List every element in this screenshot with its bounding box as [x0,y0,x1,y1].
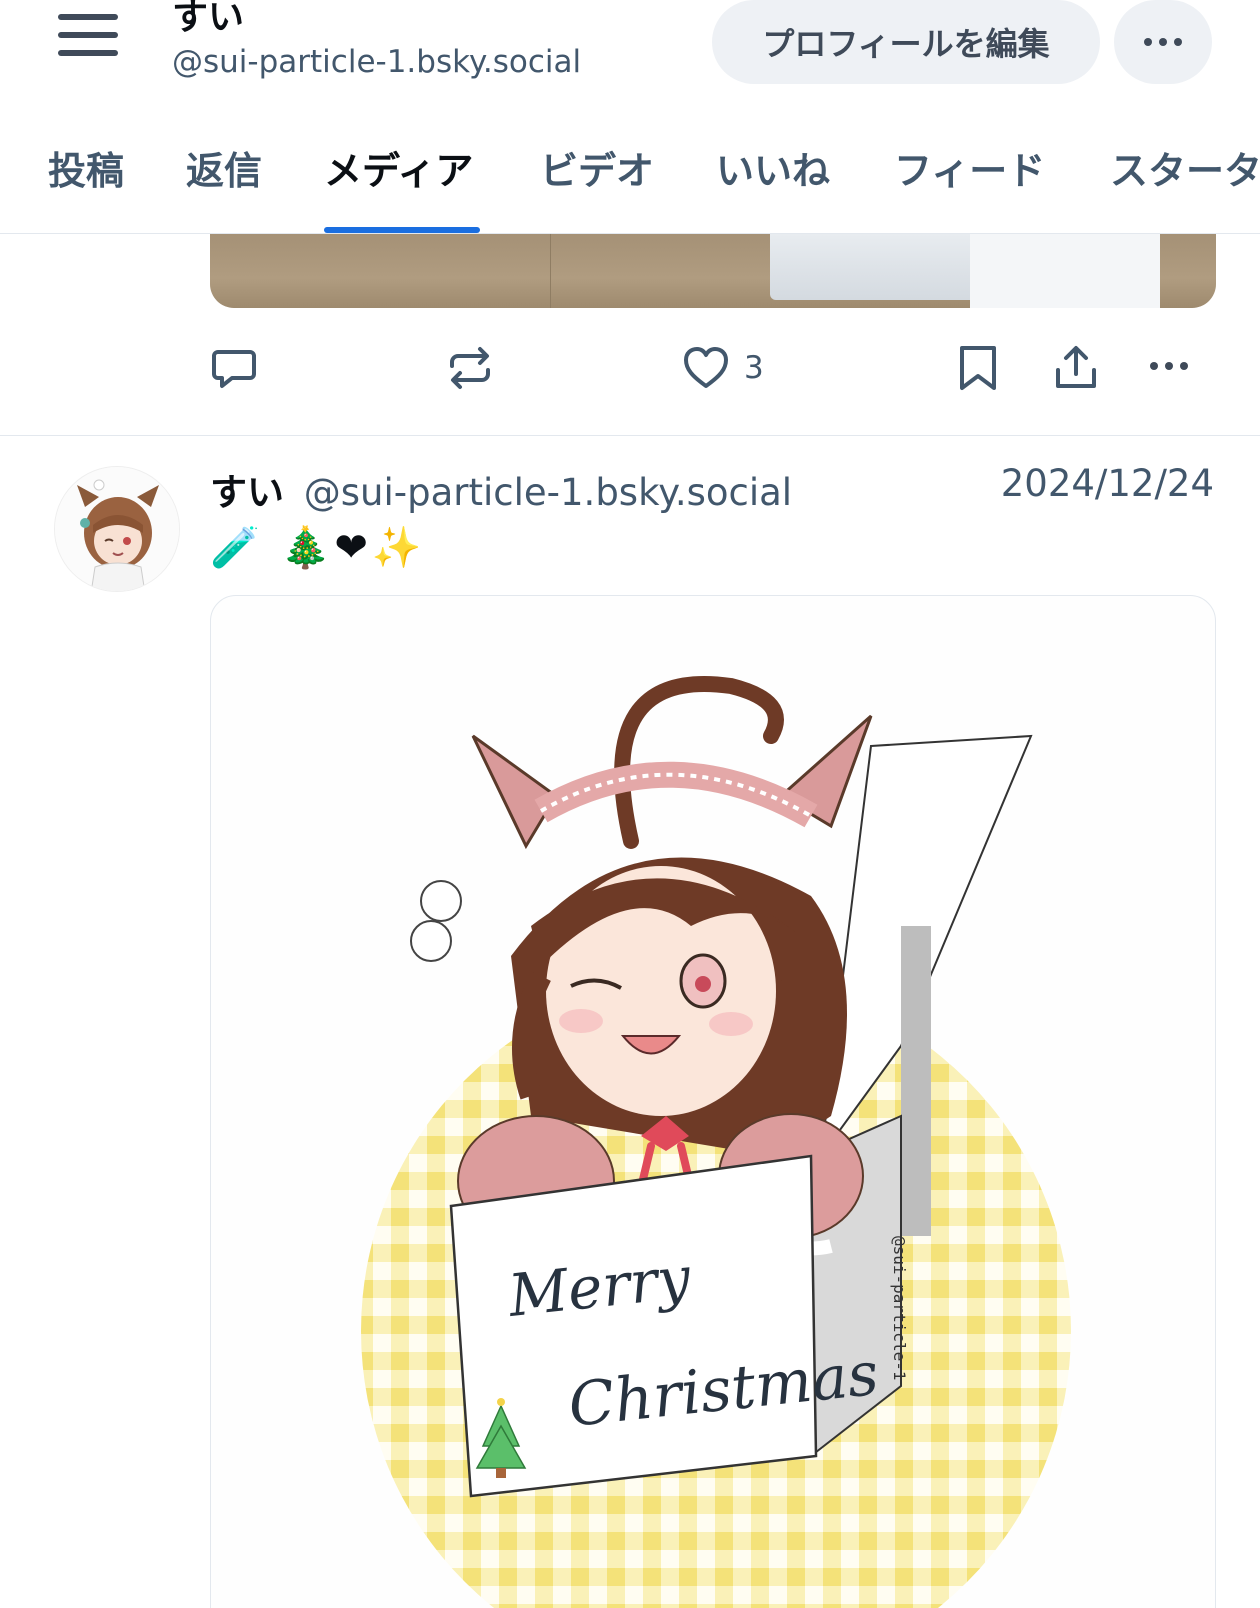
repost-icon [450,347,490,389]
author-avatar[interactable] [54,466,180,592]
profile-handle: @sui-particle-1.bsky.social [172,44,582,80]
profile-display-name: すい [172,0,245,38]
tab-replies[interactable]: 返信 [186,140,262,195]
post-author-handle[interactable]: @sui-particle-1.bsky.social [304,471,792,514]
like-button[interactable]: 3 [682,344,764,392]
post-author-line: すい @sui-particle-1.bsky.social [210,462,792,516]
tab-starter-packs[interactable]: スターター [1110,140,1260,195]
post-date[interactable]: 2024/12/24 [1001,462,1214,505]
tab-posts[interactable]: 投稿 [48,140,124,195]
reply-icon [212,350,256,388]
profile-more-button[interactable] [1114,0,1212,84]
more-dots-icon [1150,362,1188,370]
post-more-button[interactable] [1150,362,1188,370]
post-author-name[interactable]: すい [210,471,284,514]
illustration: Merry Christmas @sui-particle-1 [361,675,1071,1608]
share-icon [1056,346,1096,388]
share-button[interactable] [1052,344,1100,392]
like-heart-icon [684,347,728,388]
reply-button[interactable] [210,344,258,392]
artist-signature: @sui-particle-1 [890,1236,909,1381]
tab-media[interactable]: メディア [324,140,473,195]
like-count: 3 [744,350,764,386]
profile-header: すい @sui-particle-1.bsky.social プロフィールを編集… [0,0,1260,234]
profile-tabs: 投稿 返信 メディア ビデオ いいね フィード スターター [0,134,1260,234]
post-divider [0,435,1260,436]
hamburger-menu-icon[interactable] [58,14,120,58]
post-action-bar: 3 [0,330,1260,410]
previous-post-image[interactable] [210,234,1216,308]
bookmark-button[interactable] [956,344,1000,392]
tab-feeds[interactable]: フィード [894,140,1045,195]
active-tab-indicator [324,227,480,233]
more-dots-icon [1144,38,1182,46]
post-image[interactable]: Merry Christmas @sui-particle-1 [210,595,1216,1608]
bookmark-icon [960,346,996,390]
tab-videos[interactable]: ビデオ [540,140,654,195]
repost-button[interactable] [446,344,494,392]
tab-likes[interactable]: いいね [716,140,830,195]
edit-profile-button[interactable]: プロフィールを編集 [712,0,1100,84]
post-text: 🧪 🎄❤✨ [210,525,426,571]
